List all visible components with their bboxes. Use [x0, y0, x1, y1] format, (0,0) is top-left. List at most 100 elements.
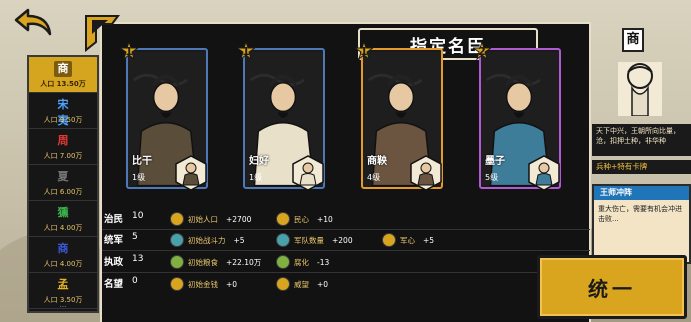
minister-chibi-icon	[292, 155, 324, 191]
effect-name: 腐化	[294, 257, 309, 267]
dynasty-item[interactable]: 商人口 13.50万	[29, 57, 97, 93]
effect-name: 初始粮食	[188, 257, 218, 267]
effect-value: +200	[332, 235, 353, 245]
back-arrow-icon	[14, 8, 52, 36]
minister-level: 4级	[367, 173, 381, 182]
dynasty-item[interactable]: 獯人口 4.00万	[29, 201, 97, 237]
event-card[interactable]: 王师冲阵 重大伤亡，需要有机会冲进击败...	[592, 184, 691, 264]
effect-icon	[276, 233, 290, 247]
stat-value: 0	[132, 276, 138, 286]
effect-icon	[170, 255, 184, 269]
effect-icon	[170, 233, 184, 247]
dynasty-item[interactable]: 夏人口 6.00万	[29, 165, 97, 201]
minister-rank-badge: 1	[355, 42, 373, 60]
effect-icon	[382, 233, 396, 247]
stat-row: 治民 10 初始人口 +2700 民心 +10	[102, 208, 590, 230]
minister-level: 1级	[249, 173, 263, 182]
unify-button[interactable]: 统一	[537, 255, 687, 319]
minister-card[interactable]: 墨子 5级	[479, 48, 561, 191]
minister-name: 比干	[132, 156, 152, 167]
dynasty-glyph-icon: 孟	[54, 276, 72, 293]
effect-value: +22.10万	[226, 257, 262, 267]
event-card-title: 王师冲阵	[594, 186, 689, 200]
effect-value: +10	[317, 214, 333, 224]
stat-label: 执政	[104, 257, 124, 268]
dynasty-population: 人口 7.00万	[43, 151, 83, 160]
dynasty-population: 人口 4.00万	[43, 223, 83, 232]
dynasty-glyph-icon: 商	[54, 240, 72, 257]
effect-icon	[170, 277, 184, 291]
effect-value: +5	[423, 235, 435, 245]
minister-name: 墨子	[485, 156, 505, 167]
stat-effect: 初始战斗力 +5	[170, 230, 245, 250]
minister-card[interactable]: 商鞅 4级	[361, 48, 443, 191]
ruler-special-units: 兵种+特有卡牌	[592, 160, 691, 174]
effect-icon	[276, 212, 290, 226]
stat-value: 13	[132, 254, 144, 264]
ruler-description: 天下中兴，王朝所向比量，沧，扣押土种，非华种	[592, 124, 691, 156]
unify-button-label: 统一	[588, 276, 636, 301]
dynasty-list: 商人口 13.50万 宋夷 人口 9.50万周人口 7.00万夏人口 6.00万獯人…	[27, 55, 99, 313]
minister-rank-badge: 1	[120, 42, 138, 60]
minister-level: 1级	[132, 173, 146, 182]
minister-level: 5级	[485, 173, 499, 182]
effect-value: -13	[317, 257, 330, 267]
dynasty-population: 人口 9.50万	[43, 115, 83, 124]
dynasty-glyph-icon: 商	[54, 60, 72, 77]
minister-rank-badge: 2	[473, 42, 491, 60]
minister-rank: 1	[360, 44, 368, 58]
effect-value: +5	[233, 235, 245, 245]
dynasty-glyph-icon: 獯	[54, 204, 72, 221]
minister-rank: 1	[125, 44, 133, 58]
ruler-dynasty-tag: 商	[622, 28, 644, 52]
stat-row: 名望 0 初始金钱 +0 威望 +0	[102, 273, 590, 295]
dynasty-list-more: ...	[59, 301, 67, 309]
minister-name: 商鞅	[367, 156, 387, 167]
effect-value: +2700	[226, 214, 252, 224]
effect-name: 初始人口	[188, 214, 218, 224]
back-button[interactable]	[12, 4, 56, 40]
event-card-text: 重大伤亡，需要有机会冲进击败...	[598, 205, 682, 223]
effect-icon	[276, 277, 290, 291]
stat-row: 统军 5 初始战斗力 +5 军队数量 +200 军心 +5	[102, 229, 590, 251]
dynasty-glyph-icon: 宋夷	[54, 96, 72, 127]
stat-effect: 初始金钱 +0	[170, 274, 237, 294]
corner-ornament-icon	[85, 15, 120, 53]
dynasty-glyph-icon: 周	[54, 132, 72, 149]
stat-effect: 军队数量 +200	[276, 230, 353, 250]
effect-value: +0	[317, 279, 329, 289]
effect-name: 军队数量	[294, 235, 324, 245]
stat-effect: 初始人口 +2700	[170, 209, 251, 229]
stat-effect: 民心 +10	[276, 209, 333, 229]
effect-name: 军心	[400, 235, 415, 245]
minister-chibi-icon	[528, 155, 560, 191]
stat-effect: 初始粮食 +22.10万	[170, 252, 261, 272]
dynasty-item[interactable]: 宋夷 人口 9.50万	[29, 93, 97, 129]
stat-label: 治民	[104, 214, 124, 225]
effect-icon	[276, 255, 290, 269]
minister-name: 妇好	[249, 156, 269, 167]
stat-value: 5	[132, 232, 138, 242]
effect-value: +0	[226, 279, 238, 289]
stat-effect: 腐化 -13	[276, 252, 329, 272]
stat-effect: 威望 +0	[276, 274, 328, 294]
stat-value: 10	[132, 211, 144, 221]
stat-label: 统军	[104, 235, 124, 246]
minister-card[interactable]: 妇好 1级	[243, 48, 325, 191]
minister-rank-badge: 1	[237, 42, 255, 60]
effect-icon	[170, 212, 184, 226]
minister-card[interactable]: 比干 1级	[126, 48, 208, 191]
stat-label: 名望	[104, 279, 124, 290]
dynasty-item[interactable]: 周人口 7.00万	[29, 129, 97, 165]
minister-rank: 1	[242, 44, 250, 58]
stat-effect: 军心 +5	[382, 230, 434, 250]
effect-name: 威望	[294, 279, 309, 289]
dynasty-glyph-icon: 夏	[54, 168, 72, 185]
effect-name: 民心	[294, 214, 309, 224]
dynasty-population: 人口 6.00万	[43, 187, 83, 196]
minister-rank: 2	[478, 44, 486, 58]
minister-chibi-icon	[175, 155, 207, 191]
dynasty-item[interactable]: 商人口 4.00万	[29, 237, 97, 273]
stat-row: 执政 13 初始粮食 +22.10万 腐化 -13	[102, 251, 590, 273]
minister-chibi-icon	[410, 155, 442, 191]
